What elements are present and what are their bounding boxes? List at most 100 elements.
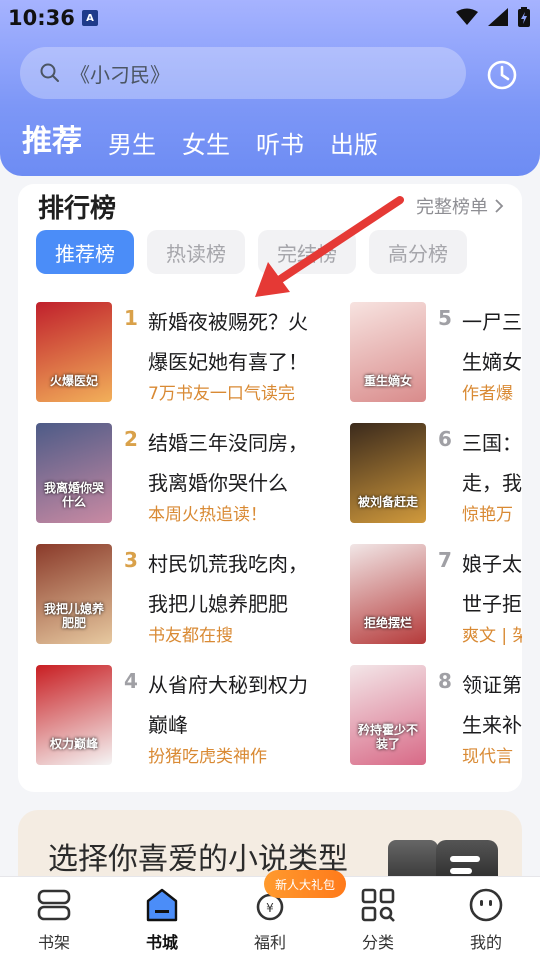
book-cover-text: 矜持霍少不装了 bbox=[357, 723, 418, 751]
book-cover-text: 火爆医妃 bbox=[49, 374, 98, 388]
book-item[interactable]: 拒绝摆烂 7 娘子太 世子拒 爽文 | 架 bbox=[350, 544, 540, 648]
status-bar: 10:36 A bbox=[0, 0, 540, 36]
book-item[interactable]: 我把儿媳养肥肥 3 村民饥荒我吃肉， 我把儿媳养肥肥 书友都在搜 bbox=[36, 544, 336, 648]
book-title: 领证第 生来补 bbox=[462, 665, 538, 745]
nav-category[interactable]: 分类 bbox=[338, 887, 418, 957]
search-icon bbox=[40, 63, 59, 82]
book-item[interactable]: 火爆医妃 1 新婚夜被赐死？火 爆医妃她有喜了！ 7万书友一口气读完 bbox=[36, 302, 336, 406]
nav-label-category: 分类 bbox=[361, 933, 394, 952]
book-tagline: 书友都在搜 bbox=[148, 626, 233, 646]
book-cover-text: 拒绝摆烂 bbox=[363, 616, 412, 630]
book-title: 新婚夜被赐死？火 爆医妃她有喜了！ bbox=[148, 302, 326, 382]
book-title: 一尸三 生嫡女 bbox=[462, 302, 538, 382]
nav-bookstore[interactable]: 书城 bbox=[122, 887, 202, 957]
book-cover: 我离婚你哭什么 bbox=[36, 423, 112, 523]
book-title: 从省府大秘到权力 巅峰 bbox=[148, 665, 326, 745]
chip-high-score[interactable]: 高分榜 bbox=[369, 230, 467, 274]
book-title-line: 走，我 bbox=[462, 471, 522, 495]
ranking-card: 排行榜 完整榜单 推荐榜 热读榜 完结榜 高分榜 火爆医妃 1 新婚夜被赐死？火 爆医… bbox=[18, 184, 522, 792]
book-cover: 被刘备赶走 bbox=[350, 423, 426, 523]
book-cover: 我把儿媳养肥肥 bbox=[36, 544, 112, 644]
profile-icon bbox=[469, 888, 503, 922]
book-tagline: 本周火热追读！ bbox=[148, 505, 267, 525]
book-item[interactable]: 我离婚你哭什么 2 结婚三年没同房， 我离婚你哭什么本周火热追读！ bbox=[36, 423, 336, 527]
book-cover-text: 权力巅峰 bbox=[49, 737, 98, 751]
tab-female[interactable]: 女生 bbox=[182, 125, 230, 160]
nav-profile[interactable]: 我的 bbox=[446, 887, 526, 957]
chip-completed[interactable]: 完结榜 bbox=[258, 230, 356, 274]
book-item[interactable]: 矜持霍少不装了 8 领证第 生来补 现代言 bbox=[350, 665, 540, 769]
chip-recommend[interactable]: 推荐榜 bbox=[36, 230, 134, 274]
book-title: 结婚三年没同房， 我离婚你哭什么 bbox=[148, 423, 326, 503]
svg-text:¥: ¥ bbox=[266, 901, 274, 915]
book-title: 村民饥荒我吃肉， 我把儿媳养肥肥 bbox=[148, 544, 326, 624]
book-title-line: 村民饥荒我吃肉， bbox=[148, 552, 308, 576]
nav-bookshelf[interactable]: 书架 bbox=[14, 887, 94, 957]
book-cover: 火爆医妃 bbox=[36, 302, 112, 402]
book-title-line: 一尸三 bbox=[462, 310, 522, 334]
search-input[interactable]: 《小刁民》 bbox=[20, 47, 466, 99]
book-title-line: 世子拒 bbox=[462, 592, 522, 616]
book-rank: 4 bbox=[124, 669, 138, 693]
nav-label-bookstore: 书城 bbox=[145, 933, 178, 952]
nav-label-welfare: 福利 bbox=[253, 933, 286, 952]
book-rank: 3 bbox=[124, 548, 138, 572]
book-rank: 8 bbox=[438, 669, 452, 693]
category-tabs: 推荐 男生 女生 听书 出版 bbox=[22, 116, 404, 160]
book-rank: 5 bbox=[438, 306, 452, 330]
book-item[interactable]: 权力巅峰 4 从省府大秘到权力 巅峰 扮猪吃虎类神作 bbox=[36, 665, 336, 769]
book-cover-text: 我离婚你哭什么 bbox=[43, 481, 104, 509]
book-title-line: 巅峰 bbox=[148, 713, 188, 737]
book-title: 娘子太 世子拒 bbox=[462, 544, 538, 624]
book-tagline: 现代言 bbox=[462, 747, 513, 767]
book-cover-text: 被刘备赶走 bbox=[357, 495, 418, 509]
book-cover: 拒绝摆烂 bbox=[350, 544, 426, 644]
ranking-chips: 推荐榜 热读榜 完结榜 高分榜 bbox=[36, 230, 467, 274]
tab-audiobook[interactable]: 听书 bbox=[256, 125, 304, 160]
gift-badge[interactable]: 新人大礼包 bbox=[264, 870, 346, 898]
book-title-line: 我离婚你哭什么 bbox=[148, 471, 288, 495]
notification-badge-icon: A bbox=[82, 10, 98, 26]
wifi-icon bbox=[456, 8, 478, 25]
ranking-title: 排行榜 bbox=[38, 194, 117, 224]
book-cover-text: 我把儿媳养肥肥 bbox=[43, 602, 104, 630]
book-cover-text: 重生嫡女 bbox=[363, 374, 412, 388]
status-time: 10:36 bbox=[8, 6, 75, 30]
book-title-line: 结婚三年没同房， bbox=[148, 431, 308, 455]
book-cover: 权力巅峰 bbox=[36, 665, 112, 765]
chevron-right-icon bbox=[495, 199, 504, 213]
book-tagline: 作者爆 bbox=[462, 384, 513, 404]
book-title-line: 从省府大秘到权力 bbox=[148, 673, 308, 697]
book-rank: 2 bbox=[124, 427, 138, 451]
tab-publication[interactable]: 出版 bbox=[330, 125, 378, 160]
book-title-line: 新婚夜被赐死？火 bbox=[148, 310, 308, 334]
book-item[interactable]: 重生嫡女 5 一尸三生嫡女作者爆 bbox=[350, 302, 540, 406]
top-header: 10:36 A 《小刁民》 推荐 男生 女生 听书 出版 bbox=[0, 0, 540, 176]
nav-label-profile: 我的 bbox=[469, 933, 502, 952]
full-list-label: 完整榜单 bbox=[416, 197, 488, 218]
book-title-line: 娘子太 bbox=[462, 552, 522, 576]
full-list-link[interactable]: 完整榜单 bbox=[416, 193, 504, 219]
status-icons bbox=[456, 7, 530, 27]
book-title-line: 三国： bbox=[462, 431, 522, 455]
book-item[interactable]: 被刘备赶走 6 三国： 走，我惊艳万 bbox=[350, 423, 540, 527]
book-tagline: 惊艳万 bbox=[462, 505, 513, 525]
book-tagline: 扮猪吃虎类神作 bbox=[148, 747, 267, 767]
book-title-line: 生来补 bbox=[462, 713, 522, 737]
book-title-line: 生嫡女 bbox=[462, 350, 522, 374]
book-cover: 重生嫡女 bbox=[350, 302, 426, 402]
history-icon[interactable] bbox=[482, 55, 522, 95]
book-tagline: 爽文 | 架 bbox=[462, 626, 522, 646]
chip-hot-read[interactable]: 热读榜 bbox=[147, 230, 245, 274]
bookstore-icon bbox=[146, 888, 178, 922]
book-rank: 6 bbox=[438, 427, 452, 451]
book-cover: 矜持霍少不装了 bbox=[350, 665, 426, 765]
tab-recommend[interactable]: 推荐 bbox=[22, 116, 82, 160]
book-rank: 1 bbox=[124, 306, 138, 330]
bookshelf-icon bbox=[37, 889, 71, 921]
tab-male[interactable]: 男生 bbox=[108, 125, 156, 160]
nav-label-bookshelf: 书架 bbox=[37, 933, 70, 952]
book-tagline: 7万书友一口气读完 bbox=[148, 384, 295, 404]
book-title-line: 爆医妃她有喜了！ bbox=[148, 350, 308, 374]
search-placeholder: 《小刁民》 bbox=[70, 62, 170, 87]
